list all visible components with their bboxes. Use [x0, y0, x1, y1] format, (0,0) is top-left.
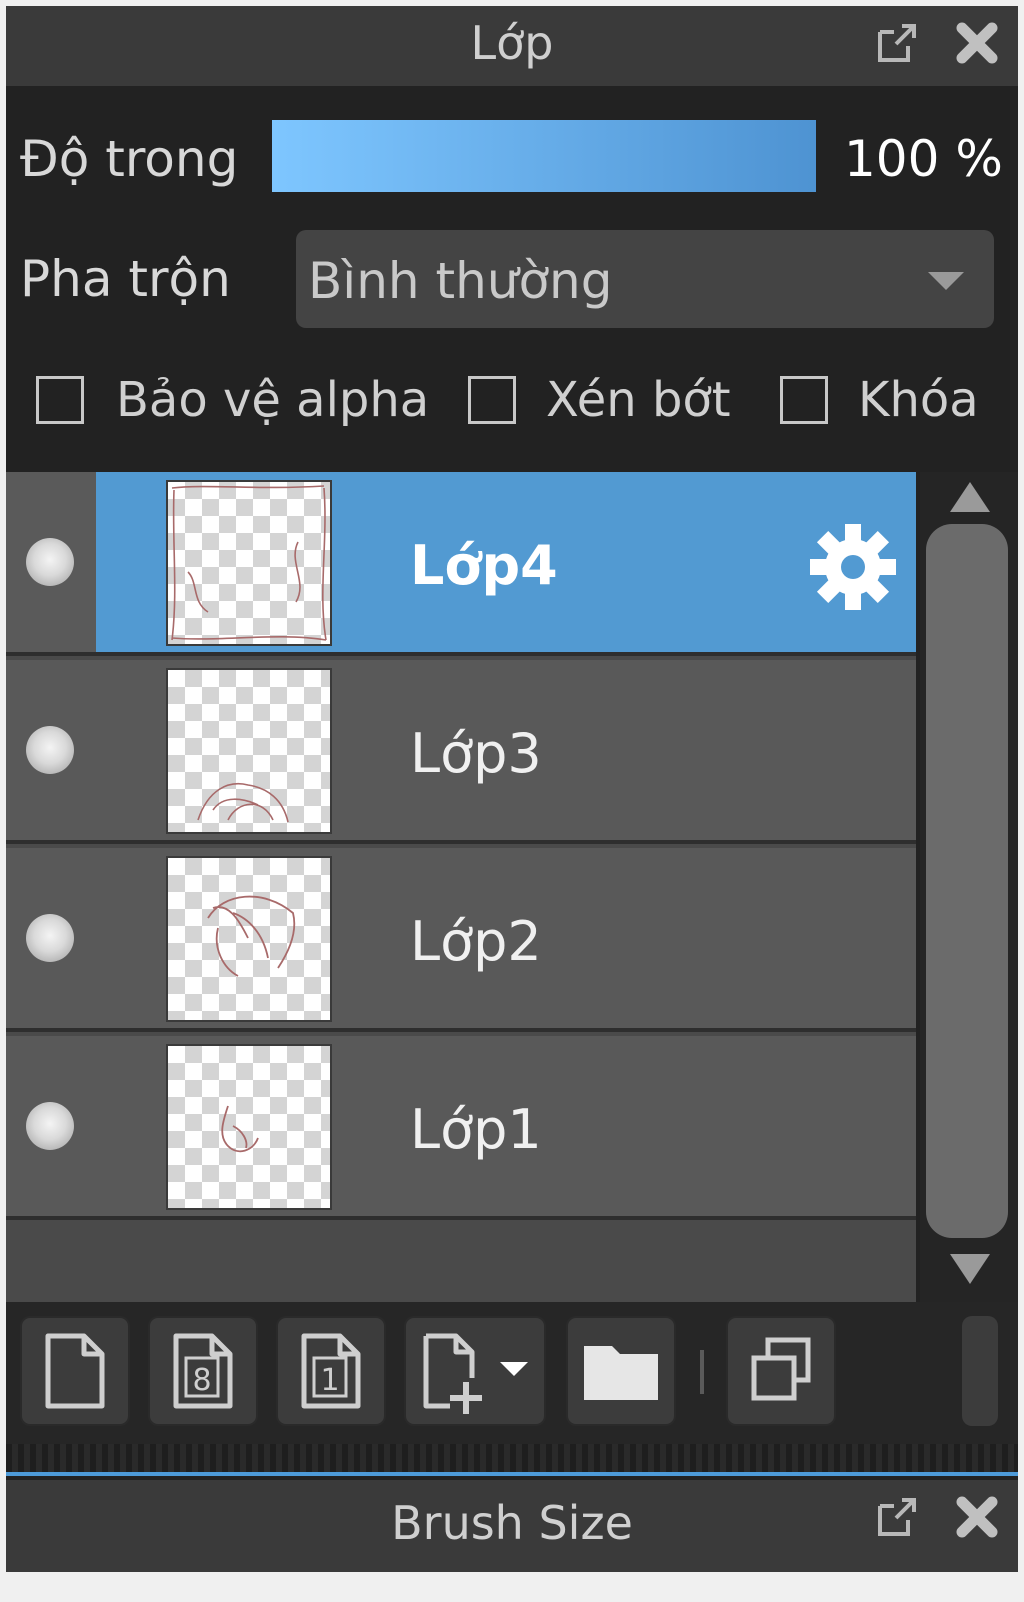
bit-depth-1-label: 1: [320, 1363, 339, 1398]
layer-name: Lớp1: [410, 1098, 542, 1161]
layer-thumbnail: [166, 1044, 332, 1210]
new-folder-button[interactable]: [566, 1316, 676, 1426]
popout-icon[interactable]: [872, 1492, 922, 1542]
layer-row[interactable]: Lớp1: [6, 1036, 916, 1220]
layer-thumbnail: [166, 668, 332, 834]
new-folder-icon: [584, 1346, 658, 1400]
new-1bit-layer-icon: 1: [301, 1333, 361, 1409]
visibility-toggle[interactable]: [26, 1102, 74, 1150]
layer-list: Lớp4 Lớp3 Lớp2 Lớp1: [6, 472, 916, 1302]
opacity-slider-fill: [272, 120, 816, 192]
sketch-thumbnail-icon: [171, 485, 327, 641]
new-layer-button[interactable]: [20, 1316, 130, 1426]
sketch-thumbnail-icon: [221, 1105, 259, 1153]
opacity-row: Độ trong 100 %: [6, 90, 1018, 210]
new-layer-icon: [45, 1333, 105, 1409]
layer-row[interactable]: Lớp2: [6, 848, 916, 1032]
clip-label: Xén bớt: [546, 372, 731, 428]
close-icon[interactable]: [952, 18, 1002, 68]
sketch-thumbnail-icon: [207, 895, 296, 977]
new-8bit-layer-icon: 8: [173, 1333, 233, 1409]
brush-size-title: Brush Size: [391, 1496, 633, 1550]
layer-list-scrollbar[interactable]: [920, 472, 1018, 1302]
gear-icon[interactable]: [808, 522, 898, 612]
chevron-down-icon: [928, 272, 964, 290]
visibility-toggle[interactable]: [26, 538, 74, 586]
layer-row[interactable]: Lớp4: [6, 472, 916, 656]
visibility-cell: [6, 848, 96, 1028]
new-8bit-layer-button[interactable]: 8: [148, 1316, 258, 1426]
opacity-value: 100 %: [844, 130, 1003, 188]
close-icon[interactable]: [952, 1492, 1002, 1542]
visibility-cell: [6, 472, 96, 652]
visibility-cell: [6, 660, 96, 840]
bit-depth-8-label: 8: [192, 1363, 211, 1398]
panel-divider: [6, 1472, 1018, 1476]
layer-name: Lớp4: [410, 534, 558, 597]
duplicate-layer-icon: [751, 1337, 811, 1401]
visibility-toggle[interactable]: [26, 914, 74, 962]
layer-toolbar: 8 1: [6, 1302, 1018, 1444]
brush-size-titlebar: Brush Size: [6, 1480, 1018, 1572]
layer-thumbnail: [166, 480, 332, 646]
toolbar-scroll-handle[interactable]: [962, 1316, 998, 1426]
layer-row[interactable]: Lớp3: [6, 660, 916, 844]
lock-label: Khóa: [858, 372, 979, 428]
visibility-toggle[interactable]: [26, 726, 74, 774]
panel-resize-strip[interactable]: [6, 1444, 1018, 1472]
visibility-cell: [6, 1036, 96, 1216]
layer-panel-titlebar: Lớp: [6, 6, 1018, 86]
sketch-thumbnail-icon: [197, 783, 289, 823]
protect-alpha-label: Bảo vệ alpha: [116, 372, 430, 428]
blend-mode-select[interactable]: Bình thường: [296, 230, 994, 328]
scrollbar-thumb[interactable]: [926, 524, 1008, 1238]
clip-checkbox[interactable]: [468, 376, 516, 424]
blend-label: Pha trộn: [20, 250, 231, 308]
layer-panel: Lớp Độ trong 100 % Pha trộn Bình thường …: [6, 6, 1018, 1506]
scroll-down-icon[interactable]: [950, 1254, 990, 1284]
toolbar-separator: [700, 1350, 704, 1394]
protect-alpha-checkbox[interactable]: [36, 376, 84, 424]
layer-panel-title: Lớp: [470, 16, 554, 70]
layer-thumbnail: [166, 856, 332, 1022]
popout-icon[interactable]: [872, 18, 922, 68]
lock-checkbox[interactable]: [780, 376, 828, 424]
new-1bit-layer-button[interactable]: 1: [276, 1316, 386, 1426]
opacity-label: Độ trong: [20, 130, 239, 188]
blend-mode-value: Bình thường: [308, 252, 613, 310]
layer-name: Lớp3: [410, 722, 542, 785]
add-layer-menu-button[interactable]: [404, 1316, 546, 1426]
opacity-slider[interactable]: [272, 120, 816, 192]
add-layer-menu-icon: [423, 1333, 528, 1414]
duplicate-layer-button[interactable]: [726, 1316, 836, 1426]
layer-name: Lớp2: [410, 910, 542, 973]
scroll-up-icon[interactable]: [950, 482, 990, 512]
